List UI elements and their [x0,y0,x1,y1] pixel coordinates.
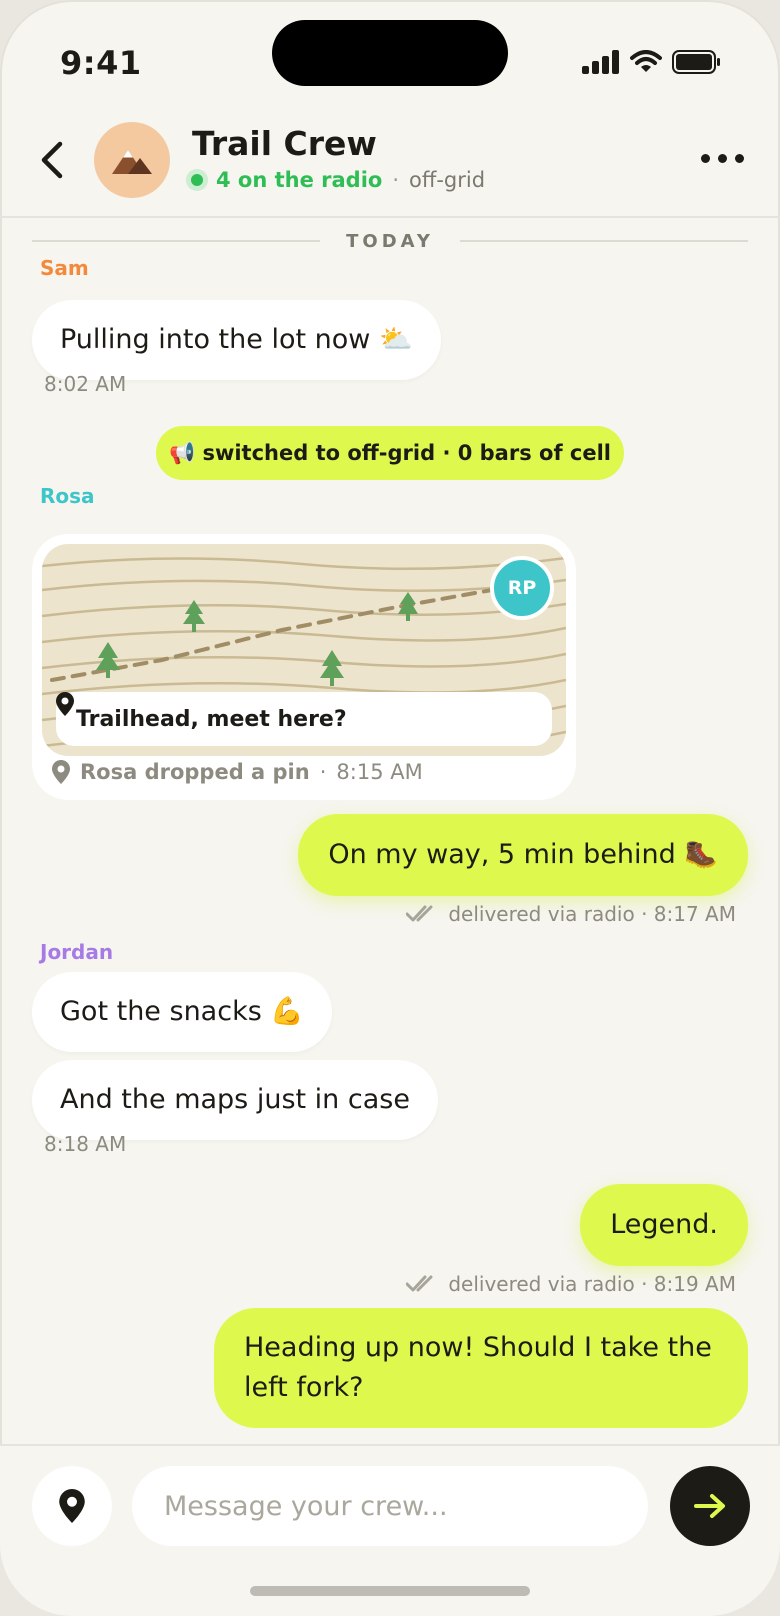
location-pin-icon [52,760,70,784]
sender-name-rosa: Rosa [40,484,95,508]
status-time: 9:41 [60,44,142,82]
online-indicator [186,169,208,191]
day-divider: TODAY [32,226,749,256]
battery-icon [672,50,720,74]
chat-header: Trail Crew 4 on the radio · off-grid [0,104,780,218]
message-bubble[interactable]: Pulling into the lot now ⛅ [32,300,441,380]
message-input[interactable] [132,1466,648,1546]
group-avatar[interactable] [94,122,170,198]
home-indicator[interactable] [250,1586,530,1596]
location-pin-icon [59,1489,85,1523]
location-pin-icon [56,692,74,716]
message-timestamp: 8:02 AM [44,372,127,396]
delivery-receipt-text: delivered via radio · 8:17 AM [448,902,736,926]
message-bubble[interactable]: Got the snacks 💪 [32,972,332,1052]
back-chevron-icon [41,141,63,179]
delivery-receipt: delivered via radio · 8:17 AM [406,902,736,926]
trail-map[interactable]: RP Trailhead, meet here? [42,544,566,756]
wifi-icon [630,50,662,72]
delivery-receipt: delivered via radio · 8:19 AM [406,1272,736,1296]
send-arrow-icon [694,1494,725,1518]
pin-owner-avatar: RP [490,556,554,620]
connection-mode: off-grid [409,168,486,192]
double-check-icon [406,1275,433,1292]
message-timestamp: 8:18 AM [44,1132,127,1156]
outgoing-message-bubble[interactable]: Heading up now! Should I take the left f… [214,1308,748,1428]
more-options-button[interactable] [701,154,744,163]
online-count: 4 on the radio [216,168,383,192]
status-bar: 9:41 [0,0,780,100]
day-divider-label: TODAY [346,230,434,252]
phone-screen: 9:41 Trail Crew 4 on the radio · off-gri… [0,0,780,1616]
sender-name-sam: Sam [40,256,89,280]
outgoing-message-bubble[interactable]: On my way, 5 min behind 🥾 [298,814,748,896]
status-icons [582,50,722,74]
share-location-button[interactable] [32,1466,112,1546]
dynamic-island [272,20,508,86]
pin-meta-time: 8:15 AM [336,760,423,784]
signal-icon [582,50,619,74]
more-dots-icon [701,154,710,163]
pin-meta-separator: · [319,760,327,784]
delivery-receipt-text: delivered via radio · 8:19 AM [448,1272,736,1296]
message-list[interactable]: TODAY Sam Pulling into the lot now ⛅ 8:0… [0,218,780,1446]
pin-meta: Rosa dropped a pin · 8:15 AM [52,760,423,784]
message-bubble[interactable]: And the maps just in case [32,1060,438,1140]
back-button[interactable] [34,138,74,182]
system-notice: 📢 switched to off-grid · 0 bars of cell [156,426,624,480]
message-composer [0,1444,780,1616]
sender-name-jordan: Jordan [40,940,114,964]
pin-meta-text: Rosa dropped a pin [80,760,310,784]
chat-title: Trail Crew [192,124,377,163]
double-check-icon [406,905,433,922]
chat-subtitle: 4 on the radio · off-grid [186,168,485,192]
pin-label-text: Trailhead, meet here? [76,706,347,732]
outgoing-message-bubble[interactable]: Legend. [580,1184,748,1266]
location-pin-card[interactable]: RP Trailhead, meet here? Rosa dropped a … [32,534,576,800]
subtitle-separator: · [392,168,400,192]
pin-label[interactable]: Trailhead, meet here? [56,692,552,746]
mountain-avatar-icon [112,150,152,174]
send-button[interactable] [670,1466,750,1546]
